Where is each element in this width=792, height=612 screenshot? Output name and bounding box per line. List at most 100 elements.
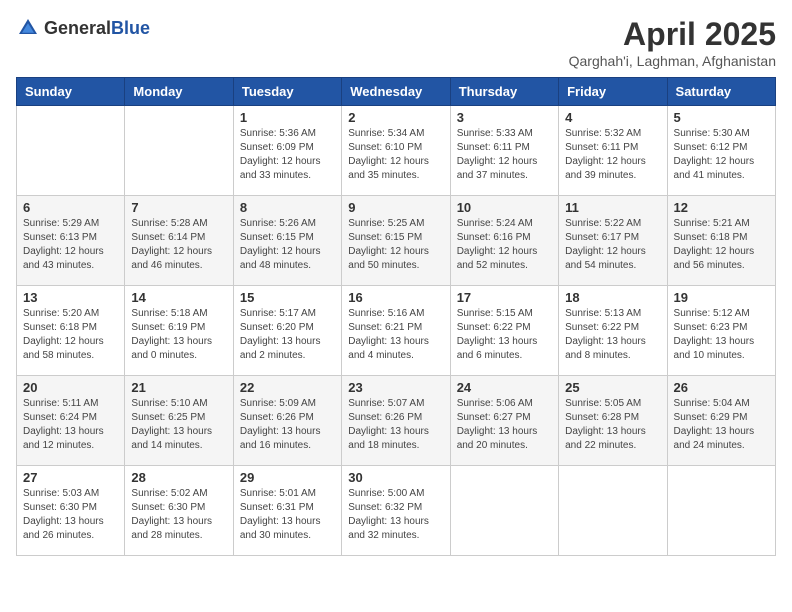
calendar-body: 1Sunrise: 5:36 AMSunset: 6:09 PMDaylight…	[17, 106, 776, 556]
day-number: 18	[565, 290, 660, 305]
calendar-cell: 28Sunrise: 5:02 AMSunset: 6:30 PMDayligh…	[125, 466, 233, 556]
day-number: 30	[348, 470, 443, 485]
day-number: 3	[457, 110, 552, 125]
day-info: Sunrise: 5:05 AMSunset: 6:28 PMDaylight:…	[565, 397, 660, 453]
day-info: Sunrise: 5:13 AMSunset: 6:22 PMDaylight:…	[565, 307, 660, 363]
calendar-week-1: 1Sunrise: 5:36 AMSunset: 6:09 PMDaylight…	[17, 106, 776, 196]
calendar-cell: 17 Sunrise: 5:15 AMSunset: 6:22 PMDayligh…	[450, 286, 558, 376]
day-number: 16	[348, 290, 443, 305]
calendar-cell	[125, 106, 233, 196]
weekday-header-saturday: Saturday	[667, 78, 775, 106]
page-header: GeneralBlue April 2025 Qarghah'i, Laghma…	[16, 16, 776, 69]
calendar-cell	[667, 466, 775, 556]
logo-icon	[16, 16, 40, 40]
day-info: Sunrise: 5:06 AMSunset: 6:27 PMDaylight:…	[457, 397, 552, 453]
calendar-cell: 5 Sunrise: 5:30 AMSunset: 6:12 PMDaylight…	[667, 106, 775, 196]
logo-general: General	[44, 18, 111, 38]
weekday-header-friday: Friday	[559, 78, 667, 106]
day-number: 7	[131, 200, 226, 215]
day-info: Sunrise: 5:17 AMSunset: 6:20 PMDaylight:…	[240, 307, 335, 363]
calendar-cell	[17, 106, 125, 196]
calendar-cell: 27 Sunrise: 5:03 AMSunset: 6:30 PMDayligh…	[17, 466, 125, 556]
calendar-week-3: 13 Sunrise: 5:20 AMSunset: 6:18 PMDayligh…	[17, 286, 776, 376]
day-info: Sunrise: 5:07 AMSunset: 6:26 PMDaylight:…	[348, 397, 443, 453]
day-info: Sunrise: 5:03 AMSunset: 6:30 PMDaylight:…	[23, 487, 118, 543]
calendar-week-5: 27 Sunrise: 5:03 AMSunset: 6:30 PMDayligh…	[17, 466, 776, 556]
weekday-header-monday: Monday	[125, 78, 233, 106]
weekday-header-tuesday: Tuesday	[233, 78, 341, 106]
day-info: Sunrise: 5:16 AMSunset: 6:21 PMDaylight:…	[348, 307, 443, 363]
calendar-cell: 19 Sunrise: 5:12 AMSunset: 6:23 PMDayligh…	[667, 286, 775, 376]
day-number: 5	[674, 110, 769, 125]
day-number: 24	[457, 380, 552, 395]
day-number: 13	[23, 290, 118, 305]
day-info: Sunrise: 5:33 AMSunset: 6:11 PMDaylight:…	[457, 127, 552, 183]
day-number: 27	[23, 470, 118, 485]
day-info: Sunrise: 5:20 AMSunset: 6:18 PMDaylight:…	[23, 307, 118, 363]
calendar-header: SundayMondayTuesdayWednesdayThursdayFrid…	[17, 78, 776, 106]
calendar-cell: 23 Sunrise: 5:07 AMSunset: 6:26 PMDayligh…	[342, 376, 450, 466]
day-info: Sunrise: 5:32 AMSunset: 6:11 PMDaylight:…	[565, 127, 660, 183]
day-number: 10	[457, 200, 552, 215]
day-number: 11	[565, 200, 660, 215]
day-info: Sunrise: 5:34 AMSunset: 6:10 PMDaylight:…	[348, 127, 443, 183]
calendar-cell: 1Sunrise: 5:36 AMSunset: 6:09 PMDaylight…	[233, 106, 341, 196]
calendar-cell: 15 Sunrise: 5:17 AMSunset: 6:20 PMDayligh…	[233, 286, 341, 376]
day-number: 4	[565, 110, 660, 125]
calendar-cell: 12Sunrise: 5:21 AMSunset: 6:18 PMDayligh…	[667, 196, 775, 286]
title-block: April 2025 Qarghah'i, Laghman, Afghanist…	[569, 16, 776, 69]
calendar-cell: 3 Sunrise: 5:33 AMSunset: 6:11 PMDaylight…	[450, 106, 558, 196]
calendar-cell	[450, 466, 558, 556]
weekday-header-sunday: Sunday	[17, 78, 125, 106]
day-info: Sunrise: 5:01 AMSunset: 6:31 PMDaylight:…	[240, 487, 335, 543]
day-info: Sunrise: 5:30 AMSunset: 6:12 PMDaylight:…	[674, 127, 769, 183]
day-number: 22	[240, 380, 335, 395]
day-number: 8	[240, 200, 335, 215]
calendar-cell: 2 Sunrise: 5:34 AMSunset: 6:10 PMDaylight…	[342, 106, 450, 196]
calendar-cell: 7 Sunrise: 5:28 AMSunset: 6:14 PMDaylight…	[125, 196, 233, 286]
calendar-cell: 22Sunrise: 5:09 AMSunset: 6:26 PMDayligh…	[233, 376, 341, 466]
day-info: Sunrise: 5:22 AMSunset: 6:17 PMDaylight:…	[565, 217, 660, 273]
day-number: 21	[131, 380, 226, 395]
day-number: 17	[457, 290, 552, 305]
weekday-header-wednesday: Wednesday	[342, 78, 450, 106]
calendar-cell: 4 Sunrise: 5:32 AMSunset: 6:11 PMDaylight…	[559, 106, 667, 196]
calendar-cell: 6Sunrise: 5:29 AMSunset: 6:13 PMDaylight…	[17, 196, 125, 286]
day-info: Sunrise: 5:28 AMSunset: 6:14 PMDaylight:…	[131, 217, 226, 273]
day-number: 12	[674, 200, 769, 215]
day-info: Sunrise: 5:36 AMSunset: 6:09 PMDaylight:…	[240, 127, 335, 183]
calendar-cell: 9 Sunrise: 5:25 AMSunset: 6:15 PMDaylight…	[342, 196, 450, 286]
calendar-cell: 20 Sunrise: 5:11 AMSunset: 6:24 PMDayligh…	[17, 376, 125, 466]
calendar-table: SundayMondayTuesdayWednesdayThursdayFrid…	[16, 77, 776, 556]
main-title: April 2025	[569, 16, 776, 53]
calendar-cell: 10 Sunrise: 5:24 AMSunset: 6:16 PMDayligh…	[450, 196, 558, 286]
day-number: 26	[674, 380, 769, 395]
day-info: Sunrise: 5:10 AMSunset: 6:25 PMDaylight:…	[131, 397, 226, 453]
day-number: 14	[131, 290, 226, 305]
day-number: 20	[23, 380, 118, 395]
weekday-header-row: SundayMondayTuesdayWednesdayThursdayFrid…	[17, 78, 776, 106]
day-info: Sunrise: 5:04 AMSunset: 6:29 PMDaylight:…	[674, 397, 769, 453]
day-info: Sunrise: 5:24 AMSunset: 6:16 PMDaylight:…	[457, 217, 552, 273]
day-info: Sunrise: 5:11 AMSunset: 6:24 PMDaylight:…	[23, 397, 118, 453]
day-info: Sunrise: 5:25 AMSunset: 6:15 PMDaylight:…	[348, 217, 443, 273]
calendar-cell: 29Sunrise: 5:01 AMSunset: 6:31 PMDayligh…	[233, 466, 341, 556]
calendar-cell: 13 Sunrise: 5:20 AMSunset: 6:18 PMDayligh…	[17, 286, 125, 376]
day-info: Sunrise: 5:12 AMSunset: 6:23 PMDaylight:…	[674, 307, 769, 363]
calendar-cell: 11 Sunrise: 5:22 AMSunset: 6:17 PMDayligh…	[559, 196, 667, 286]
calendar-week-4: 20 Sunrise: 5:11 AMSunset: 6:24 PMDayligh…	[17, 376, 776, 466]
day-info: Sunrise: 5:18 AMSunset: 6:19 PMDaylight:…	[131, 307, 226, 363]
day-info: Sunrise: 5:15 AMSunset: 6:22 PMDaylight:…	[457, 307, 552, 363]
calendar-cell: 8Sunrise: 5:26 AMSunset: 6:15 PMDaylight…	[233, 196, 341, 286]
day-number: 9	[348, 200, 443, 215]
day-number: 19	[674, 290, 769, 305]
calendar-cell: 30Sunrise: 5:00 AMSunset: 6:32 PMDayligh…	[342, 466, 450, 556]
day-number: 15	[240, 290, 335, 305]
day-number: 25	[565, 380, 660, 395]
calendar-cell: 18 Sunrise: 5:13 AMSunset: 6:22 PMDayligh…	[559, 286, 667, 376]
logo-blue: Blue	[111, 18, 150, 38]
day-info: Sunrise: 5:02 AMSunset: 6:30 PMDaylight:…	[131, 487, 226, 543]
day-number: 23	[348, 380, 443, 395]
day-number: 2	[348, 110, 443, 125]
subtitle: Qarghah'i, Laghman, Afghanistan	[569, 53, 776, 69]
